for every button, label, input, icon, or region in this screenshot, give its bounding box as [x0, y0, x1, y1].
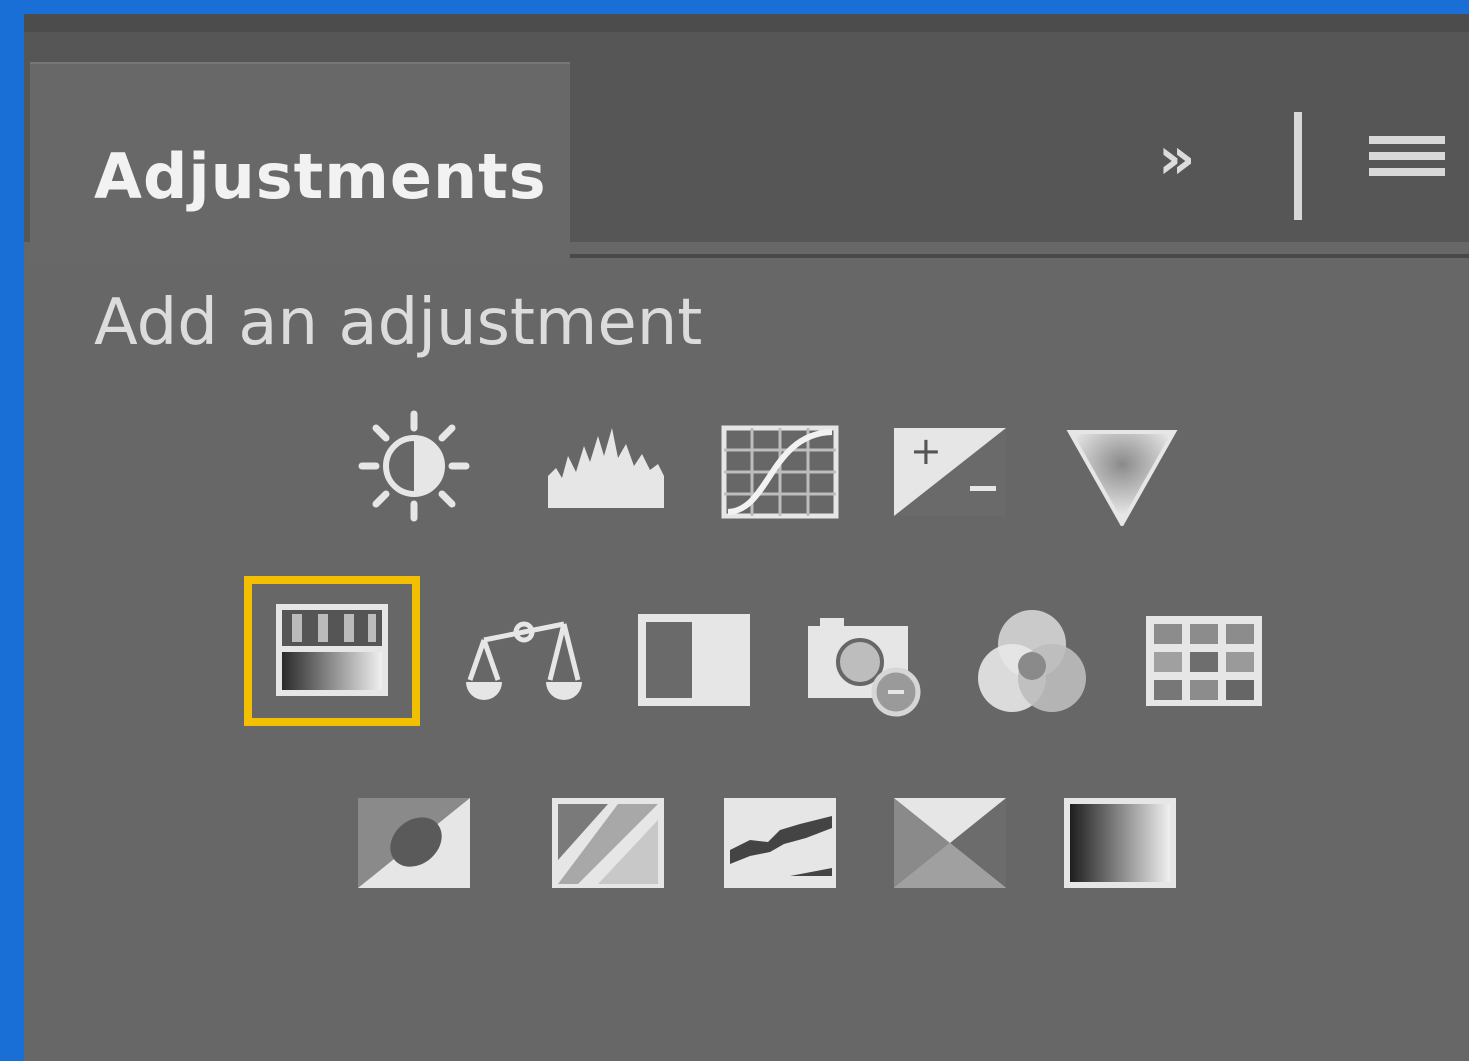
- adjustments-panel: Adjustments » Add an adjustment +: [24, 14, 1469, 1061]
- hamburger-menu-icon[interactable]: [1369, 136, 1445, 184]
- color-lookup-icon[interactable]: [1144, 604, 1264, 724]
- hue-saturation-icon[interactable]: [272, 590, 392, 710]
- exposure-icon[interactable]: +: [890, 406, 1010, 526]
- color-balance-icon[interactable]: [464, 604, 584, 724]
- invert-icon[interactable]: [354, 780, 474, 900]
- toolbar-separator: [1294, 112, 1302, 220]
- vibrance-icon[interactable]: [1062, 406, 1182, 526]
- tab-bar-divider: [570, 254, 1469, 258]
- panel-tab-bar: Adjustments »: [24, 14, 1469, 264]
- posterize-icon[interactable]: [548, 780, 668, 900]
- black-white-icon[interactable]: [634, 604, 754, 724]
- expand-panels-icon[interactable]: »: [1158, 124, 1196, 192]
- photo-filter-icon[interactable]: [804, 604, 924, 724]
- svg-text:+: +: [910, 429, 942, 473]
- brightness-contrast-icon[interactable]: [354, 406, 474, 526]
- tab-label: Adjustments: [94, 140, 547, 213]
- selective-color-icon[interactable]: [890, 780, 1010, 900]
- gradient-map-icon[interactable]: [1060, 780, 1180, 900]
- levels-icon[interactable]: [546, 406, 666, 526]
- tab-adjustments[interactable]: Adjustments: [30, 62, 570, 264]
- channel-mixer-icon[interactable]: [972, 602, 1092, 722]
- threshold-icon[interactable]: [720, 780, 840, 900]
- curves-icon[interactable]: [720, 406, 840, 526]
- panel-subtitle: Add an adjustment: [94, 286, 703, 360]
